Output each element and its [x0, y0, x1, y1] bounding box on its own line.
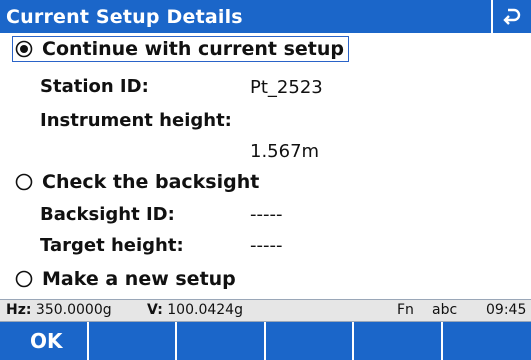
back-button[interactable]: [491, 0, 531, 33]
option-continue-current-setup[interactable]: Continue with current setup: [11, 36, 350, 62]
setup-options-panel: Continue with current setup Station ID: …: [0, 33, 531, 298]
softkey-ok[interactable]: OK: [0, 322, 89, 360]
v-value: 100.0424g: [167, 302, 243, 318]
v-readout: V: 100.0424g: [147, 302, 243, 318]
backsight-id-value: -----: [250, 204, 283, 225]
backsight-id-label: Backsight ID:: [40, 204, 175, 225]
radio-unselected-icon[interactable]: [14, 172, 34, 192]
station-id-label: Station ID:: [40, 76, 149, 97]
return-arrow-icon: [503, 8, 521, 25]
v-label: V:: [147, 302, 163, 318]
hz-value: 350.0000g: [35, 302, 112, 318]
radio-selected-icon[interactable]: [14, 39, 34, 59]
hz-readout: Hz: 350.0000g: [6, 302, 112, 318]
target-height-label: Target height:: [40, 235, 184, 256]
softkey-3[interactable]: [177, 322, 266, 360]
option-label: Continue with current setup: [42, 38, 345, 60]
instrument-height-label: Instrument height:: [40, 110, 232, 131]
softkey-4[interactable]: [266, 322, 354, 360]
station-id-value: Pt_2523: [250, 77, 323, 98]
option-label: Make a new setup: [42, 268, 236, 290]
option-make-new-setup[interactable]: Make a new setup: [14, 268, 236, 290]
fn-indicator: Fn: [397, 302, 414, 318]
page-title: Current Setup Details: [6, 5, 243, 28]
option-check-backsight[interactable]: Check the backsight: [14, 171, 259, 193]
target-height-value: -----: [250, 235, 283, 256]
radio-unselected-icon[interactable]: [14, 269, 34, 289]
softkey-bar: OK: [0, 322, 531, 360]
softkey-5[interactable]: [354, 322, 443, 360]
hz-label: Hz:: [6, 302, 32, 318]
softkey-6[interactable]: [443, 322, 531, 360]
status-bar: Hz: 350.0000g V: 100.0424g Fn abc 09:45: [0, 299, 531, 322]
title-bar: Current Setup Details: [0, 0, 531, 33]
instrument-height-value: 1.567m: [250, 141, 320, 162]
option-label: Check the backsight: [42, 171, 260, 193]
input-mode-indicator: abc: [432, 302, 458, 318]
softkey-2[interactable]: [89, 322, 177, 360]
clock: 09:45: [486, 302, 527, 318]
